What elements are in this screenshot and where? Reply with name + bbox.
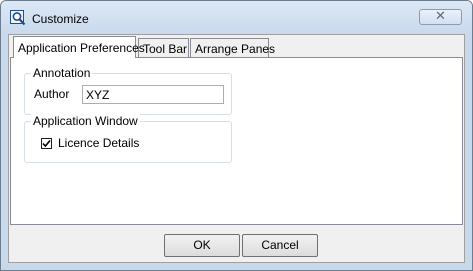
tab-label: Tool Bar	[143, 42, 188, 56]
title-bar[interactable]: Customize ✕	[1, 1, 472, 34]
application-window-group-legend: Application Window	[31, 114, 140, 128]
tab-application-preferences[interactable]: Application Preferences	[13, 36, 145, 58]
ok-button-label: OK	[193, 238, 211, 252]
magnifier-icon	[10, 10, 26, 26]
licence-details-checkbox[interactable]	[41, 138, 52, 149]
customize-dialog: Customize ✕ Application Preferences Tool…	[0, 0, 473, 271]
dialog-body: Application Preferences Tool Bar Arrange…	[8, 34, 465, 263]
tab-tool-bar[interactable]: Tool Bar	[138, 38, 189, 58]
author-label: Author	[34, 87, 70, 101]
cancel-button-label: Cancel	[261, 238, 299, 252]
tab-label: Arrange Panes	[195, 42, 276, 56]
window-title: Customize	[32, 12, 89, 26]
annotation-group-legend: Annotation	[31, 66, 93, 80]
application-window-group: Application Window Licence Details	[24, 114, 232, 163]
checkmark-icon	[42, 139, 51, 148]
tab-label: Application Preferences	[18, 41, 145, 55]
annotation-group: Annotation Author	[24, 66, 232, 115]
tab-panel-application-preferences: Annotation Author Application Window Lic…	[10, 57, 463, 225]
author-field[interactable]	[82, 85, 224, 104]
ok-button[interactable]: OK	[164, 234, 240, 257]
cancel-button[interactable]: Cancel	[242, 234, 318, 257]
tab-arrange-panes[interactable]: Arrange Panes	[190, 38, 275, 58]
licence-details-label: Licence Details	[58, 136, 140, 150]
button-bar: OK Cancel	[9, 225, 464, 262]
close-button[interactable]: ✕	[419, 9, 462, 25]
close-icon: ✕	[435, 9, 446, 24]
